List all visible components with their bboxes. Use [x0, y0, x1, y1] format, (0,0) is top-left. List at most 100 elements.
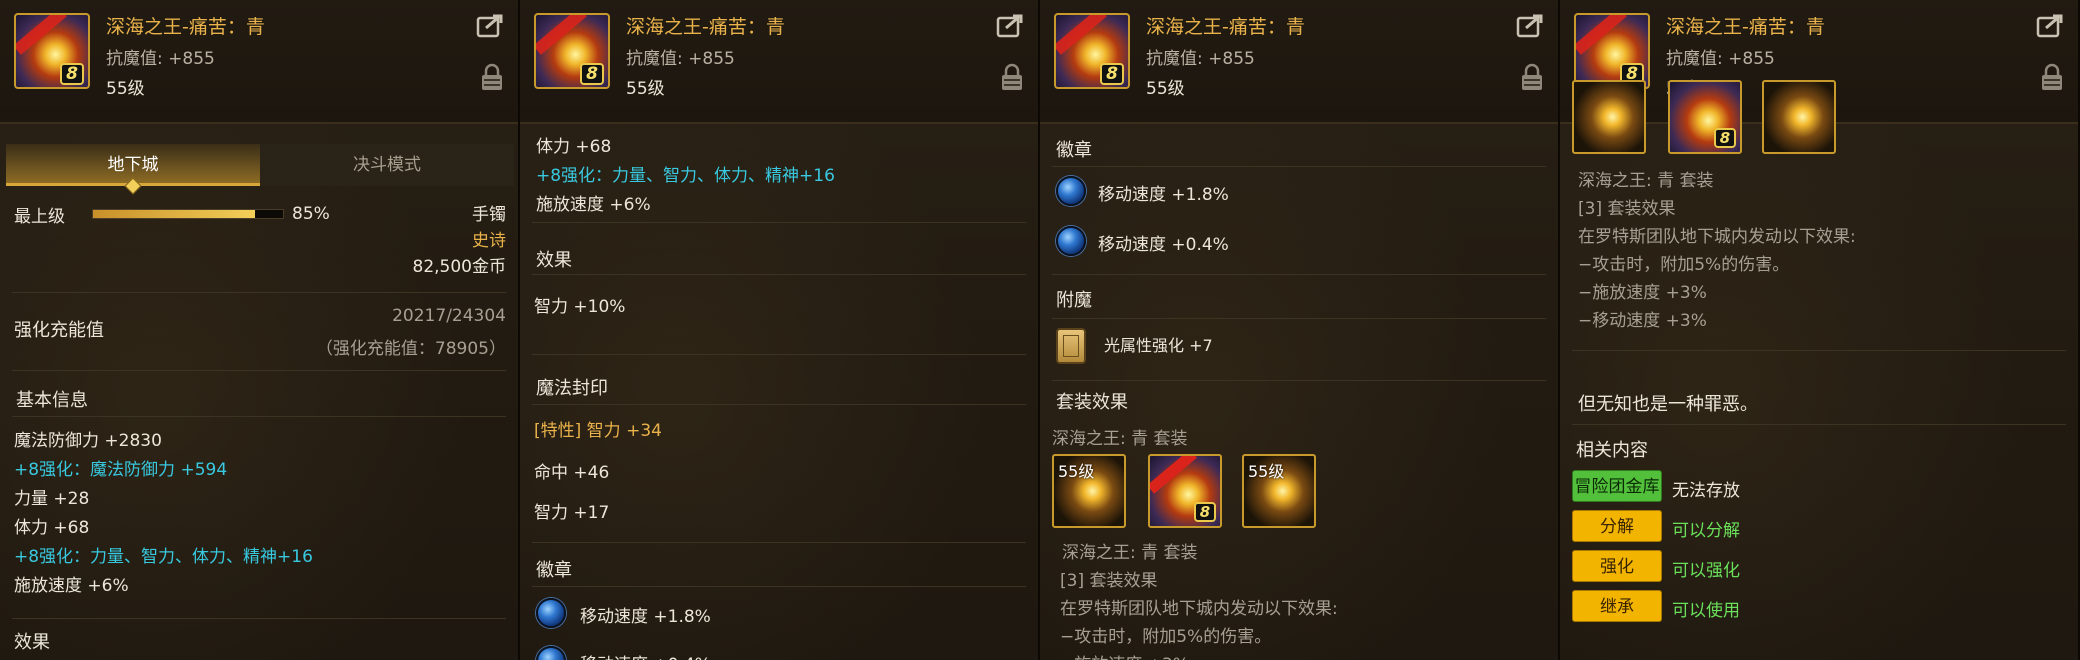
- lock-icon[interactable]: [1520, 62, 1544, 92]
- item-header: 8 深海之王-痛苦：青 抗魔值: +855 55级: [1040, 0, 1558, 124]
- item-level: 55级: [106, 79, 145, 99]
- set-name: 深海之王: 青 套装: [1578, 171, 1714, 191]
- basic-info-title: 基本信息: [16, 390, 88, 411]
- emblem-title: 徽章: [536, 560, 572, 581]
- stat-line: 施放速度 +6%: [14, 576, 129, 596]
- set-slot-icon[interactable]: 55级: [1242, 454, 1316, 528]
- set-effect-title: [3] 套装效果: [1060, 571, 1158, 591]
- stat-line: +8强化：力量、智力、体力、精神+16: [536, 166, 835, 186]
- divider: [532, 274, 1026, 275]
- grade-label: 最上级: [14, 207, 65, 227]
- set-slot-icon[interactable]: 8: [1668, 80, 1742, 154]
- seal-title: 魔法封印: [536, 378, 608, 399]
- emblem-line: 移动速度 +1.8%: [1098, 185, 1229, 205]
- seal-line: [特性] 智力 +34: [534, 421, 662, 441]
- divider: [532, 586, 1026, 587]
- ribbon-icon: [1576, 15, 1627, 55]
- slot-level: 55级: [1058, 462, 1095, 481]
- item-icon[interactable]: 8: [1054, 13, 1130, 89]
- related-badge[interactable]: 继承: [1572, 590, 1662, 622]
- divider: [12, 370, 506, 371]
- flavor-text: 但无知也是一种罪恶。: [1578, 394, 1758, 415]
- related-title: 相关内容: [1576, 440, 1648, 461]
- item-icon[interactable]: 8: [1574, 13, 1650, 89]
- slot-type: 手镯: [472, 205, 506, 225]
- set-name: 深海之王: 青 套装: [1052, 429, 1188, 449]
- set-line: −施放速度 +3%: [1060, 650, 1189, 660]
- ribbon-icon: [1150, 456, 1197, 494]
- set-slot-icon[interactable]: 55级: [1052, 454, 1126, 528]
- enhance-level-icon: 8: [1100, 63, 1124, 85]
- rarity: 史诗: [472, 231, 506, 251]
- reinforce-value: 20217/24304: [392, 306, 506, 326]
- stat-line: 施放速度 +6%: [536, 195, 651, 215]
- divider: [12, 292, 506, 293]
- emblem-orb-icon: [536, 598, 566, 628]
- set-line: −攻击时，附加5%的伤害。: [1060, 627, 1272, 647]
- stat-line: +8强化：力量、智力、体力、精神+16: [14, 547, 313, 567]
- slot-level: 55级: [1248, 462, 1285, 481]
- divider: [1052, 380, 1546, 381]
- tooltip-panel-4: 8 深海之王-痛苦：青 抗魔值: +855 55级 8 深海之王: 青 套装 […: [1560, 0, 2080, 660]
- related-badge[interactable]: 冒险团金库: [1572, 470, 1662, 502]
- related-status: 无法存放: [1672, 481, 1740, 501]
- divider: [1052, 274, 1546, 275]
- item-name: 深海之王-痛苦：青: [1146, 16, 1305, 38]
- lock-icon[interactable]: [2040, 62, 2064, 92]
- item-level: 55级: [1146, 79, 1185, 99]
- enchant-line: 光属性强化 +7: [1104, 336, 1213, 355]
- share-icon[interactable]: [2036, 12, 2066, 38]
- set-effect-title: [3] 套装效果: [1578, 199, 1676, 219]
- emblem-line: 移动速度 +0.4%: [1098, 235, 1229, 255]
- divider: [1572, 350, 2066, 351]
- related-status: 可以使用: [1672, 601, 1740, 621]
- divider: [532, 354, 1026, 355]
- effect-title: 效果: [536, 250, 572, 271]
- lock-icon[interactable]: [480, 62, 504, 92]
- set-line: −施放速度 +3%: [1578, 283, 1707, 303]
- ribbon-icon: [16, 15, 67, 55]
- share-icon[interactable]: [996, 12, 1026, 38]
- divider: [1052, 318, 1546, 319]
- enhance-level-icon: 8: [580, 63, 604, 85]
- set-name: 深海之王: 青 套装: [1062, 543, 1198, 563]
- set-slot-icon[interactable]: [1762, 80, 1836, 154]
- grade-percent: 85%: [292, 204, 330, 224]
- related-badge[interactable]: 强化: [1572, 550, 1662, 582]
- set-line: 在罗特斯团队地下城内发动以下效果:: [1060, 599, 1338, 619]
- emblem-orb-icon: [1056, 176, 1086, 206]
- reinforce-note: （强化充能值：78905）: [315, 339, 506, 359]
- ribbon-icon: [1056, 15, 1107, 55]
- tooltip-panel-2: 8 深海之王-痛苦：青 抗魔值: +855 55级 体力 +68 +8强化：力量、…: [520, 0, 1040, 660]
- tooltip-panel-1: 8 深海之王-痛苦：青 抗魔值: +855 55级 地下城 决斗模式 最上级 8…: [0, 0, 520, 660]
- item-name: 深海之王-痛苦：青: [106, 16, 265, 38]
- seal-line: 命中 +46: [534, 463, 610, 483]
- share-icon[interactable]: [476, 12, 506, 38]
- related-badge[interactable]: 分解: [1572, 510, 1662, 542]
- set-line: 在罗特斯团队地下城内发动以下效果:: [1578, 227, 1856, 247]
- item-name: 深海之王-痛苦：青: [1666, 16, 1825, 38]
- item-stat: 抗魔值: +855: [106, 49, 215, 69]
- tooltip-panel-3: 8 深海之王-痛苦：青 抗魔值: +855 55级 徽章 移动速度 +1.8% …: [1040, 0, 1560, 660]
- tab-duel[interactable]: 决斗模式: [260, 144, 514, 186]
- item-stat: 抗魔值: +855: [1146, 49, 1255, 69]
- seal-line: 智力 +17: [534, 503, 610, 523]
- item-stat: 抗魔值: +855: [626, 49, 735, 69]
- effect-title: 效果: [14, 632, 50, 653]
- effect-line: 智力 +10%: [534, 297, 626, 317]
- emblem-title: 徽章: [1056, 140, 1092, 161]
- lock-icon[interactable]: [1000, 62, 1024, 92]
- item-icon[interactable]: 8: [14, 13, 90, 89]
- share-icon[interactable]: [1516, 12, 1546, 38]
- set-slot-icon[interactable]: [1572, 80, 1646, 154]
- reinforce-label: 强化充能值: [14, 320, 104, 341]
- related-status: 可以分解: [1672, 521, 1740, 541]
- set-slot-icon[interactable]: 8: [1148, 454, 1222, 528]
- item-icon[interactable]: 8: [534, 13, 610, 89]
- enhance-level-icon: 8: [1714, 128, 1736, 148]
- set-line: −移动速度 +3%: [1578, 311, 1707, 331]
- stat-line: +8强化：魔法防御力 +594: [14, 460, 228, 480]
- stat-line: 力量 +28: [14, 489, 90, 509]
- divider: [532, 222, 1026, 223]
- divider: [1572, 424, 2066, 425]
